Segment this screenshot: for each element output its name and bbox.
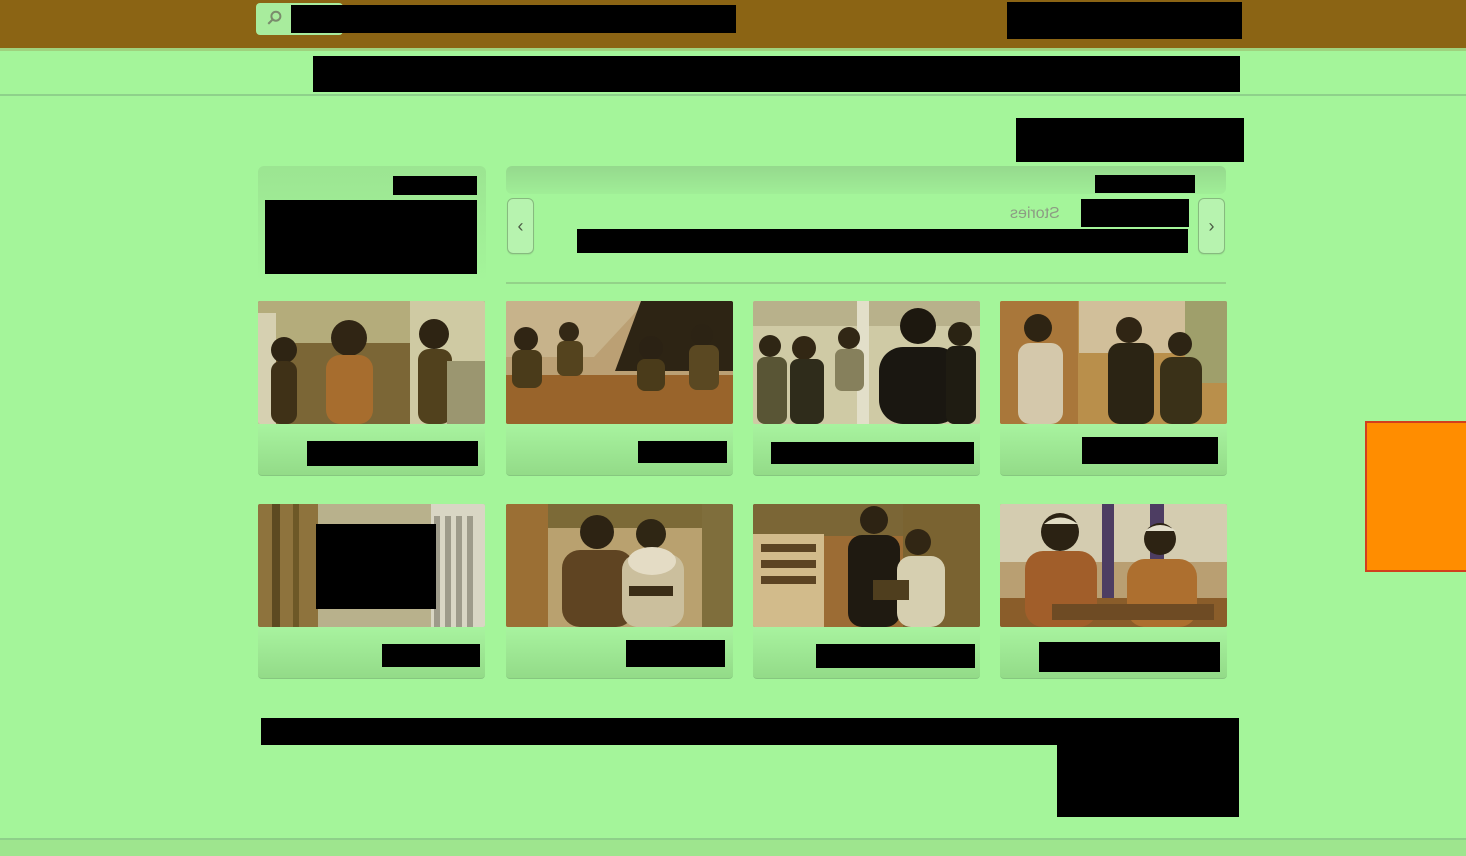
search-icon[interactable]	[266, 9, 284, 27]
feedback-tab[interactable]	[1365, 421, 1466, 572]
card-caption[interactable]: ████████	[307, 441, 478, 466]
people-image	[753, 301, 980, 424]
header-divider	[0, 94, 1466, 96]
top-right-link[interactable]: ██████████	[1007, 2, 1242, 39]
story-card[interactable]: ████████	[258, 301, 485, 476]
chevron-left-icon: ‹	[517, 216, 524, 236]
page-heading: ██████████	[1016, 118, 1244, 162]
people-image	[753, 504, 980, 627]
stories-label: Stories	[1010, 205, 1060, 222]
image-overlay-text	[316, 524, 436, 609]
footer-block[interactable]: ███████	[1057, 718, 1239, 817]
card-caption[interactable]: ████████	[816, 644, 975, 668]
card-caption[interactable]: █████████	[771, 442, 974, 464]
people-image	[1000, 301, 1227, 424]
main-navigation[interactable]: ████████████████████████████████████████…	[313, 56, 1240, 92]
people-image	[258, 301, 485, 424]
chevron-right-icon: ›	[1208, 216, 1215, 236]
story-card[interactable]: ███████	[1000, 301, 1227, 476]
people-image	[506, 301, 733, 424]
left-panel-label: ████	[393, 176, 477, 195]
carousel-next-button[interactable]: ›	[1198, 198, 1225, 254]
story-card[interactable]: ████	[258, 504, 485, 679]
carousel-section-title: █████	[1081, 199, 1189, 227]
story-card[interactable]: █████	[506, 301, 733, 476]
card-caption[interactable]: ████	[626, 640, 725, 667]
carousel-prev-button[interactable]: ‹	[507, 198, 534, 254]
story-card[interactable]: █████████	[753, 301, 980, 476]
people-image	[1000, 504, 1227, 627]
people-image	[506, 504, 733, 627]
card-caption[interactable]: ████████	[1039, 642, 1220, 672]
search-input[interactable]: ████████████████████	[291, 5, 736, 33]
card-caption[interactable]: ████	[382, 644, 480, 667]
carousel-description: ████████████████████████████████████	[577, 229, 1188, 253]
carousel-header-label: █████	[1095, 175, 1195, 193]
story-card[interactable]: ████████	[1000, 504, 1227, 679]
top-bar: ████████████████████ ██████████	[0, 0, 1466, 51]
story-card[interactable]: ████	[506, 504, 733, 679]
story-card[interactable]: ████████	[753, 504, 980, 679]
bottom-bar	[0, 838, 1466, 856]
left-panel-content: ████████████	[265, 200, 477, 274]
card-caption[interactable]: ███████	[1082, 437, 1218, 464]
card-caption[interactable]: █████	[638, 441, 727, 463]
